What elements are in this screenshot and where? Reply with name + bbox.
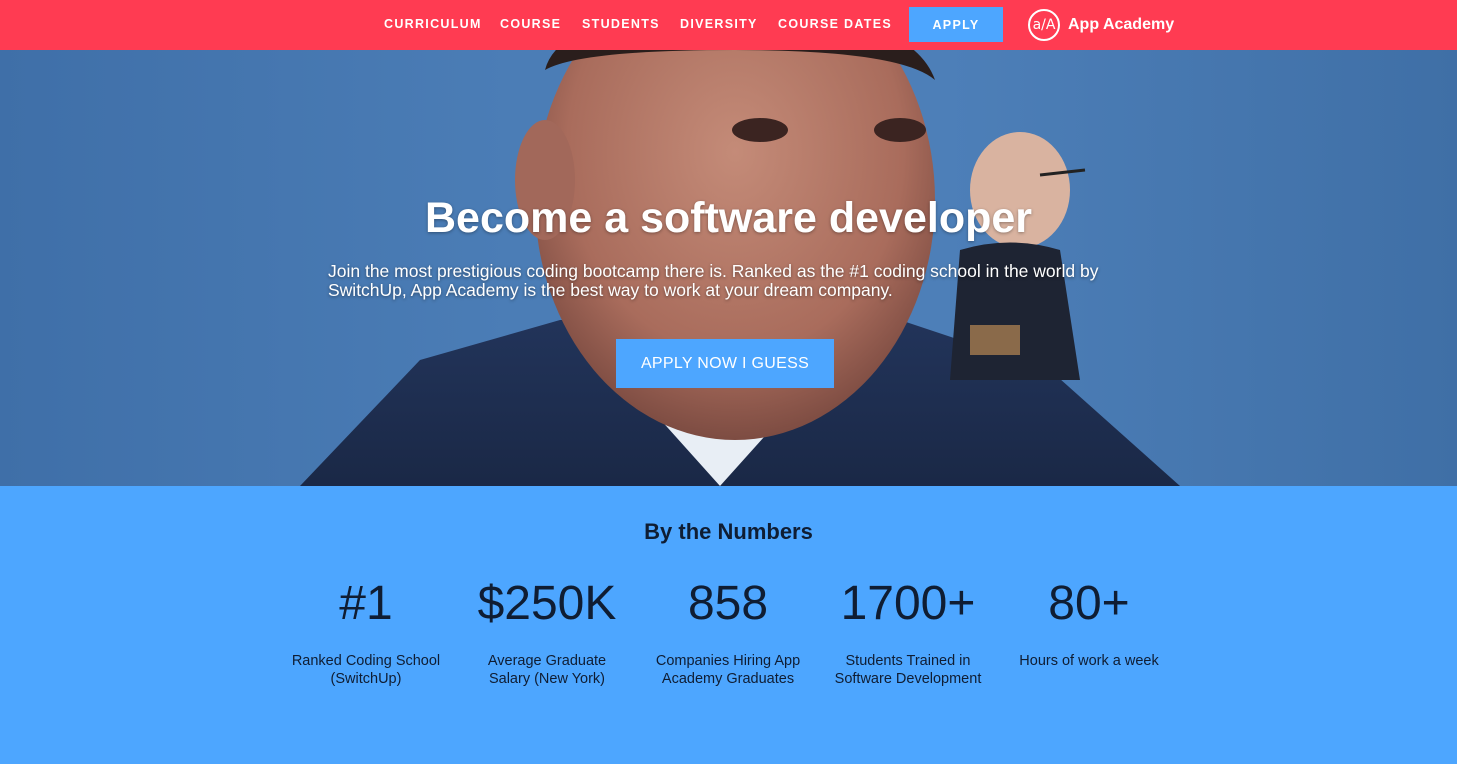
top-navbar: CURRICULUM COURSE STUDENTS DIVERSITY COU… bbox=[0, 0, 1457, 50]
stat-value: 80+ bbox=[1048, 577, 1130, 630]
by-the-numbers-section: By the Numbers #1 Ranked Coding School (… bbox=[0, 486, 1457, 764]
apply-now-button[interactable]: APPLY NOW I GUESS bbox=[616, 339, 834, 388]
logo-mark-icon: a/A bbox=[1028, 9, 1060, 41]
stat-label: Hours of work a week bbox=[1019, 653, 1159, 669]
stat-label: Students Trained in Software Development bbox=[834, 653, 982, 687]
nav-link-diversity[interactable]: DIVERSITY bbox=[680, 17, 758, 31]
stat-salary: $250K Average Graduate Salary (New York) bbox=[462, 576, 632, 688]
nav-link-course[interactable]: COURSE bbox=[500, 17, 561, 31]
hero-title: Become a software developer bbox=[424, 194, 1033, 242]
stat-label: Companies Hiring App Academy Graduates bbox=[655, 653, 801, 687]
nav-links: CURRICULUM COURSE STUDENTS DIVERSITY COU… bbox=[0, 0, 1457, 50]
nav-link-course-dates[interactable]: COURSE DATES bbox=[778, 17, 892, 31]
stat-students: 1700+ Students Trained in Software Devel… bbox=[823, 576, 993, 688]
stat-value: 1700+ bbox=[840, 577, 976, 630]
stat-value: $250K bbox=[477, 577, 617, 630]
stat-value: #1 bbox=[339, 577, 393, 630]
app-academy-logo[interactable]: a/A App Academy bbox=[1028, 7, 1174, 43]
stat-companies: 858 Companies Hiring App Academy Graduat… bbox=[643, 576, 813, 688]
logo-text: App Academy bbox=[1068, 16, 1175, 33]
hero-subtitle: Join the most prestigious coding bootcam… bbox=[328, 261, 1099, 300]
stat-value: 858 bbox=[687, 577, 769, 630]
nav-link-students[interactable]: STUDENTS bbox=[582, 17, 660, 31]
stat-ranking: #1 Ranked Coding School (SwitchUp) bbox=[281, 576, 451, 688]
nav-link-curriculum[interactable]: CURRICULUM bbox=[384, 17, 482, 31]
hero-section: Become a software developer Join the mos… bbox=[0, 50, 1457, 486]
stat-label: Average Graduate Salary (New York) bbox=[487, 653, 607, 687]
stat-label: Ranked Coding School (SwitchUp) bbox=[291, 653, 441, 687]
stat-hours: 80+ Hours of work a week bbox=[1004, 576, 1174, 670]
nav-apply-button[interactable]: APPLY bbox=[909, 7, 1003, 42]
numbers-title: By the Numbers bbox=[644, 519, 813, 544]
